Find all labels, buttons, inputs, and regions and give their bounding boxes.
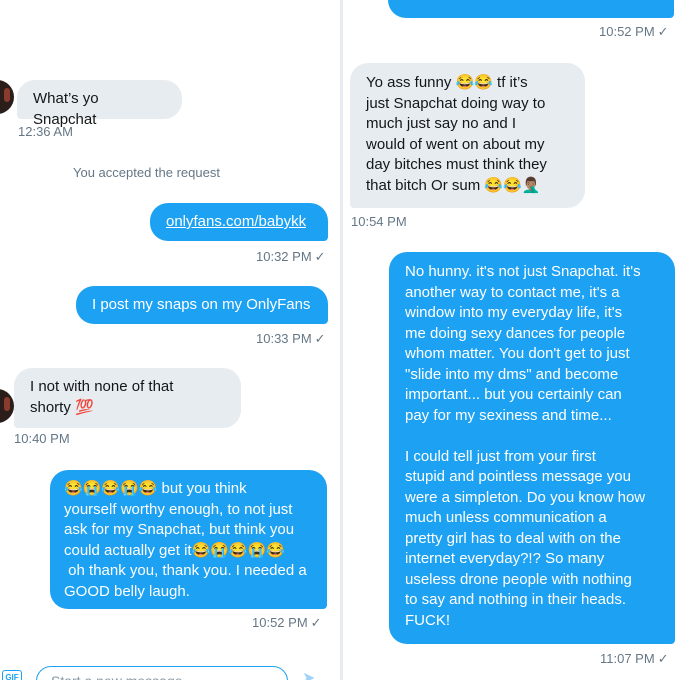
message-link[interactable]: onlyfans.com/babykk [150, 203, 328, 241]
message-timestamp: 10:40 PM [14, 431, 70, 446]
message-bubble-incoming: I not with none of that shorty 💯 [14, 368, 241, 428]
message-bubble-incoming: What’s yo Snapchat [17, 80, 182, 128]
message-bubble-incoming: Yo ass funny 😂😂 tf it’s just Snapchat do… [350, 63, 585, 208]
message-timestamp: 10:33 PM ✓ [256, 331, 326, 346]
system-message: You accepted the request [73, 165, 220, 180]
message-bubble-outgoing: No hunny. it's not just Snapchat. it's a… [389, 252, 675, 644]
message-timestamp: 10:32 PM ✓ [256, 249, 326, 264]
avatar[interactable] [0, 389, 14, 423]
check-icon: ✓ [657, 651, 669, 666]
avatar[interactable] [0, 80, 14, 114]
check-icon: ✓ [310, 615, 322, 630]
message-timestamp: 11:07 PM ✓ [600, 651, 669, 666]
send-icon[interactable]: ➤ [302, 668, 315, 680]
check-icon: ✓ [314, 249, 326, 264]
conversation-panel-left: What’s yo Snapchat 12:36 AM You accepted… [0, 0, 340, 680]
gif-icon[interactable]: GIF [2, 670, 22, 680]
message-input[interactable]: Start a new message [36, 666, 288, 680]
message-timestamp: 10:52 PM ✓ [599, 24, 669, 39]
message-timestamp: 12:36 AM [18, 124, 73, 139]
conversation-panel-right: 10:52 PM ✓ Yo ass funny 😂😂 tf it’s just S… [343, 0, 680, 680]
message-timestamp: 10:54 PM [351, 214, 407, 229]
message-timestamp: 10:52 PM ✓ [252, 615, 322, 630]
check-icon: ✓ [657, 24, 669, 39]
check-icon: ✓ [314, 331, 326, 346]
message-bubble-outgoing: 😂😭😂😭😂 but you think yourself worthy enou… [50, 470, 327, 609]
message-bubble-outgoing [388, 0, 674, 18]
message-composer: GIF Start a new message ➤ [0, 662, 340, 680]
message-bubble-outgoing: I post my snaps on my OnlyFans [76, 286, 328, 324]
